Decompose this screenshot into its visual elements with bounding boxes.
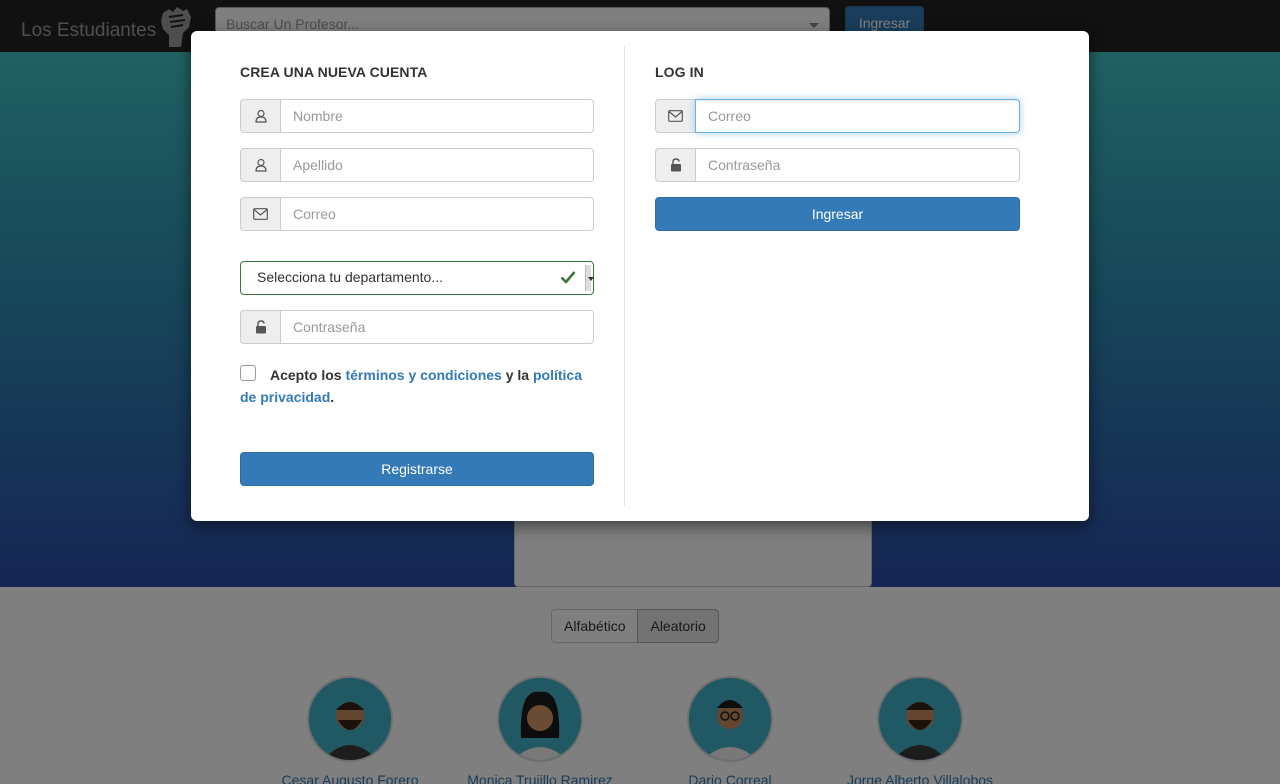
login-submit-button[interactable]: Ingresar: [655, 197, 1020, 231]
login-email-input-group: [655, 99, 1020, 133]
privacy-link-part2[interactable]: de privacidad: [240, 389, 330, 405]
nombre-field[interactable]: [280, 99, 594, 133]
envelope-icon: [240, 197, 280, 231]
login-password-input-group: [655, 148, 1020, 182]
terms-prefix: Acepto los: [270, 367, 342, 383]
login-password-field[interactable]: [695, 148, 1020, 182]
terms-checkbox[interactable]: [240, 365, 256, 381]
terms-middle: y la: [505, 367, 530, 383]
register-password-field[interactable]: [280, 310, 594, 344]
department-select-value: Selecciona tu departamento...: [257, 269, 444, 285]
terms-suffix: .: [330, 389, 335, 405]
login-email-field[interactable]: [695, 99, 1020, 133]
terms-link[interactable]: términos y condiciones: [345, 367, 501, 383]
unlock-icon: [655, 148, 695, 182]
login-title: LOG IN: [655, 64, 704, 80]
user-icon: [240, 148, 280, 182]
check-icon: [560, 271, 576, 284]
apellido-field[interactable]: [280, 148, 594, 182]
chevron-down-icon: [588, 277, 594, 281]
unlock-icon: [240, 310, 280, 344]
terms-acceptance: Acepto los términos y condiciones y la p…: [240, 364, 600, 408]
register-title: CREA UNA NUEVA CUENTA: [240, 64, 428, 80]
register-email-field[interactable]: [280, 197, 594, 231]
column-divider: [624, 46, 625, 506]
register-password-input-group: [240, 310, 594, 344]
register-button[interactable]: Registrarse: [240, 452, 594, 486]
apellido-input-group: [240, 148, 594, 182]
user-icon: [240, 99, 280, 133]
privacy-link-part1[interactable]: política: [533, 367, 582, 383]
auth-modal: CREA UNA NUEVA CUENTA Selecciona tu depa…: [191, 31, 1089, 521]
register-email-input-group: [240, 197, 594, 231]
nombre-input-group: [240, 99, 594, 133]
envelope-icon: [655, 99, 695, 133]
department-select[interactable]: Selecciona tu departamento...: [240, 261, 594, 295]
